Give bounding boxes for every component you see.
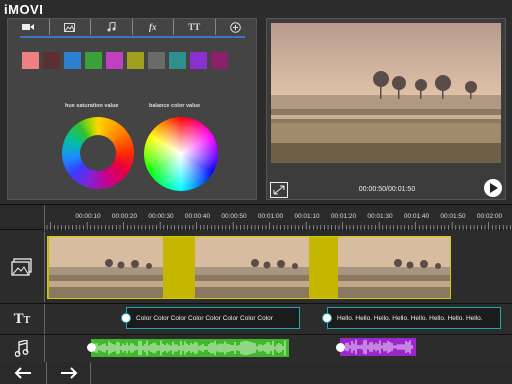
color-swatch[interactable]: [190, 52, 207, 69]
ruler-tick-label: 00:00:40: [184, 213, 211, 220]
text-clip-handle[interactable]: [121, 313, 131, 323]
hue-saturation-label: hue saturation value: [65, 103, 119, 109]
text-icon: TT: [13, 310, 31, 327]
color-swatch[interactable]: [85, 52, 102, 69]
audio-track-header[interactable]: [0, 335, 45, 362]
audio-clip-handle[interactable]: [336, 343, 345, 352]
color-swatches: [22, 52, 228, 69]
text-clip-hello[interactable]: Hello. Hello. Hello. Hello. Hello. Hello…: [327, 307, 501, 329]
ruler-tick-label: 00:00:50: [221, 213, 247, 220]
forward-button[interactable]: [46, 362, 91, 384]
bottom-bar: [0, 362, 512, 384]
image-icon: [64, 22, 76, 32]
ruler-tick-label: 00:00:10: [75, 213, 101, 220]
color-swatch[interactable]: [148, 52, 165, 69]
video-clip[interactable]: [338, 237, 451, 298]
add-circle-icon: [230, 21, 242, 33]
ruler-tick-label: 00:01:00: [257, 213, 284, 220]
timeline-ruler[interactable]: 00:00:10 00:00:20 00:00:30 00:00:40 00:00:50…: [0, 204, 512, 231]
text-track-header[interactable]: TT: [0, 304, 45, 334]
tab-music[interactable]: [91, 19, 133, 35]
balance-color-label: balance color value: [149, 103, 201, 109]
preview-video-frame: [271, 23, 501, 163]
audio-clip-handle[interactable]: [87, 343, 96, 352]
image-icon: [11, 258, 32, 276]
text-clip-label: Hello. Hello. Hello. Hello. Hello. Hello…: [337, 314, 483, 322]
balance-color-wheel[interactable]: [144, 117, 218, 191]
text-clip-color[interactable]: Color Color Color Color Color Color Colo…: [126, 307, 300, 329]
color-swatch[interactable]: [43, 52, 60, 69]
text-icon: TT: [188, 22, 201, 32]
arrow-left-icon: [14, 367, 31, 379]
music-note-icon: [107, 22, 116, 32]
video-camera-icon: [22, 24, 35, 30]
video-clip[interactable]: [195, 237, 309, 298]
app-title: iMOVI: [4, 2, 44, 17]
ruler-tick-label: 00:01:50: [440, 213, 466, 220]
tab-text[interactable]: TT: [174, 19, 216, 35]
editor-panel: fx TT hue saturation value balance color…: [7, 18, 257, 200]
video-track[interactable]: [47, 236, 451, 299]
back-button[interactable]: [0, 362, 45, 384]
audio-clip[interactable]: [91, 339, 289, 357]
color-swatch[interactable]: [106, 52, 123, 69]
color-swatch[interactable]: [64, 52, 81, 69]
music-note-icon: [15, 340, 29, 357]
editor-tabbar: fx TT: [8, 19, 256, 37]
preview-panel: 00:00:50/00:01:50: [266, 18, 506, 200]
ruler-tick-label: 00:01:10: [294, 213, 320, 220]
tab-add[interactable]: [216, 19, 257, 35]
audio-clip[interactable]: [340, 338, 416, 356]
text-clip-handle[interactable]: [322, 313, 332, 323]
video-clip[interactable]: [49, 237, 163, 298]
play-icon[interactable]: [484, 179, 502, 197]
arrow-right-icon: [60, 367, 77, 379]
tab-video[interactable]: [8, 19, 50, 35]
ruler-tick-label: 00:02:00: [476, 213, 503, 220]
ruler-tick-label: 00:00:30: [148, 213, 174, 220]
color-swatch[interactable]: [169, 52, 186, 69]
color-swatch[interactable]: [127, 52, 144, 69]
ruler-tick-label: 00:01:40: [403, 213, 430, 220]
active-tab-indicator: [20, 36, 245, 38]
effects-icon: fx: [149, 22, 157, 32]
color-swatch[interactable]: [22, 52, 39, 69]
hue-saturation-wheel[interactable]: [62, 117, 134, 189]
color-swatch[interactable]: [211, 52, 228, 69]
playback-time: 00:00:50/00:01:50: [358, 186, 416, 193]
tab-effects[interactable]: fx: [133, 19, 174, 35]
video-track-header[interactable]: [0, 232, 45, 302]
ruler-corner: [0, 205, 45, 231]
ruler-tick-label: 00:01:30: [367, 213, 393, 220]
ruler-tick-label: 00:01:20: [330, 213, 357, 220]
text-clip-label: Color Color Color Color Color Color Colo…: [136, 314, 273, 322]
ruler-tick-label: 00:00:20: [111, 213, 138, 220]
tab-image[interactable]: [50, 19, 91, 35]
